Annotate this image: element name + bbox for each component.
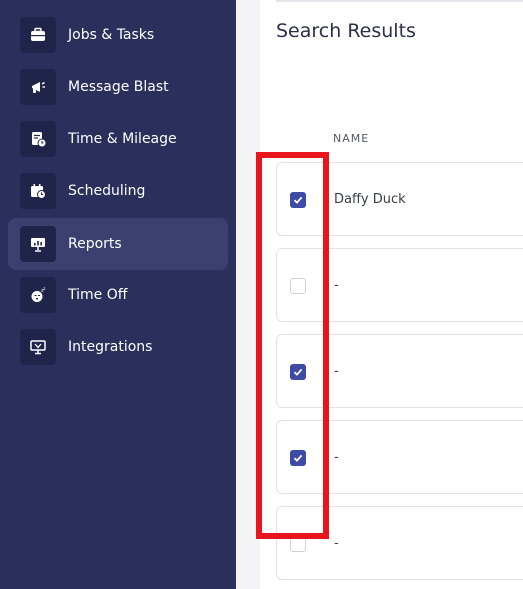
row-checkbox[interactable]: [290, 192, 306, 208]
table-row[interactable]: -: [276, 506, 523, 580]
briefcase-icon: [20, 17, 56, 53]
sidebar-item-label: Integrations: [68, 339, 153, 355]
sidebar-item-time-mileage[interactable]: Time & Mileage: [8, 113, 228, 165]
row-checkbox[interactable]: [290, 536, 306, 552]
sidebar-item-label: Time & Mileage: [68, 131, 177, 147]
megaphone-icon: [20, 69, 56, 105]
sleep-face-icon: zz: [20, 277, 56, 313]
row-checkbox[interactable]: [290, 364, 306, 380]
main-content: Search Results NAME Daffy Duck - - - -: [236, 0, 523, 589]
calendar-clock-icon: [20, 173, 56, 209]
table-row[interactable]: -: [276, 334, 523, 408]
divider: [276, 0, 523, 2]
timesheet-icon: [20, 121, 56, 157]
page-title: Search Results: [276, 20, 416, 42]
sidebar-item-time-off[interactable]: zz Time Off: [8, 269, 228, 321]
sidebar-item-label: Time Off: [68, 287, 128, 303]
presentation-chart-icon: [20, 226, 56, 262]
row-name: -: [334, 536, 339, 551]
row-checkbox[interactable]: [290, 450, 306, 466]
table-row[interactable]: Daffy Duck: [276, 162, 523, 236]
svg-text:z: z: [43, 286, 45, 291]
monitor-icon: [20, 329, 56, 365]
row-name: Daffy Duck: [334, 192, 406, 207]
row-name: -: [334, 364, 339, 379]
sidebar: Jobs & Tasks Message Blast Time & Mileag…: [0, 0, 236, 589]
sidebar-item-label: Message Blast: [68, 79, 169, 95]
sidebar-item-integrations[interactable]: Integrations: [8, 321, 228, 373]
sidebar-item-reports[interactable]: Reports: [8, 218, 228, 270]
table-row[interactable]: -: [276, 420, 523, 494]
table-row[interactable]: -: [276, 248, 523, 322]
column-header-name[interactable]: NAME: [333, 132, 369, 145]
sidebar-item-label: Scheduling: [68, 183, 146, 199]
sidebar-item-message-blast[interactable]: Message Blast: [8, 61, 228, 113]
row-checkbox[interactable]: [290, 278, 306, 294]
sidebar-item-label: Jobs & Tasks: [68, 27, 155, 43]
sidebar-item-scheduling[interactable]: Scheduling: [8, 165, 228, 217]
sidebar-item-jobs-tasks[interactable]: Jobs & Tasks: [8, 9, 228, 61]
row-name: -: [334, 278, 339, 293]
row-name: -: [334, 450, 339, 465]
sidebar-item-label: Reports: [68, 236, 122, 252]
